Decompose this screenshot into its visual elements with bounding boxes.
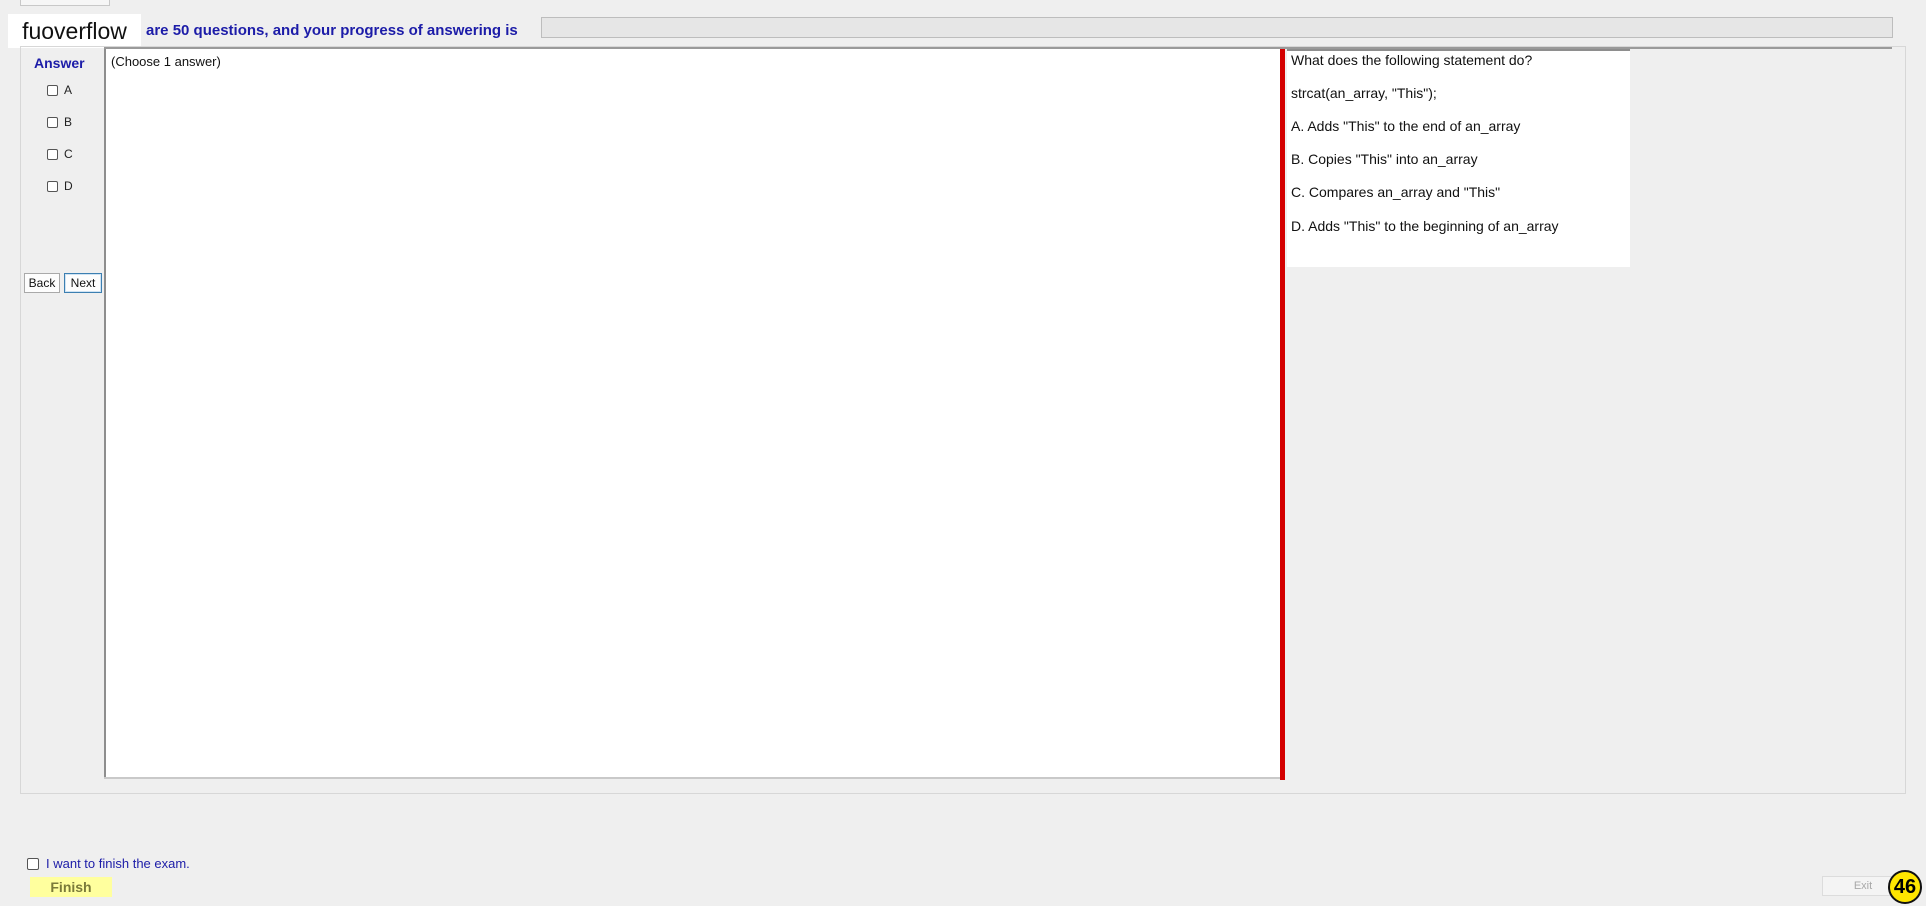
option-c-checkbox[interactable] (47, 148, 58, 160)
question-choice-d: D. Adds "This" to the beginning of an_ar… (1291, 218, 1559, 234)
question-code: strcat(an_array, "This"); (1291, 85, 1437, 101)
question-choice-a: A. Adds "This" to the end of an_array (1291, 118, 1521, 134)
progress-label: are 50 questions, and your progress of a… (146, 22, 518, 39)
option-a-checkbox[interactable] (47, 84, 58, 96)
next-button[interactable]: Next (64, 273, 102, 293)
back-button[interactable]: Back (24, 273, 60, 293)
panel-splitter[interactable] (1280, 49, 1285, 780)
question-number-badge: 46 (1888, 870, 1922, 904)
finish-button[interactable]: Finish (30, 877, 112, 897)
option-c-label: C (64, 147, 73, 161)
finish-confirm-label: I want to finish the exam. (46, 856, 190, 871)
question-choice-b: B. Copies "This" into an_array (1291, 151, 1478, 167)
option-a[interactable]: A (47, 82, 72, 98)
option-b[interactable]: B (47, 114, 72, 130)
answer-title: Answer (34, 55, 85, 71)
logo: fuoverflow (8, 14, 141, 48)
option-a-label: A (64, 83, 73, 97)
progress-bar (541, 17, 1893, 38)
option-d-label: D (64, 179, 73, 193)
choose-instruction: (Choose 1 answer) (111, 54, 221, 69)
finish-confirm-checkbox[interactable] (27, 857, 39, 870)
question-prompt: What does the following statement do? (1291, 52, 1533, 68)
bottom-divider (104, 777, 1281, 779)
option-b-label: B (64, 115, 73, 129)
option-d[interactable]: D (47, 178, 73, 194)
finish-confirm[interactable]: I want to finish the exam. (27, 856, 190, 871)
question-choice-c: C. Compares an_array and "This" (1291, 184, 1501, 200)
option-b-checkbox[interactable] (47, 116, 58, 128)
option-c[interactable]: C (47, 146, 73, 162)
option-d-checkbox[interactable] (47, 180, 58, 192)
top-tab[interactable] (20, 0, 110, 6)
answer-area[interactable] (104, 49, 1281, 779)
